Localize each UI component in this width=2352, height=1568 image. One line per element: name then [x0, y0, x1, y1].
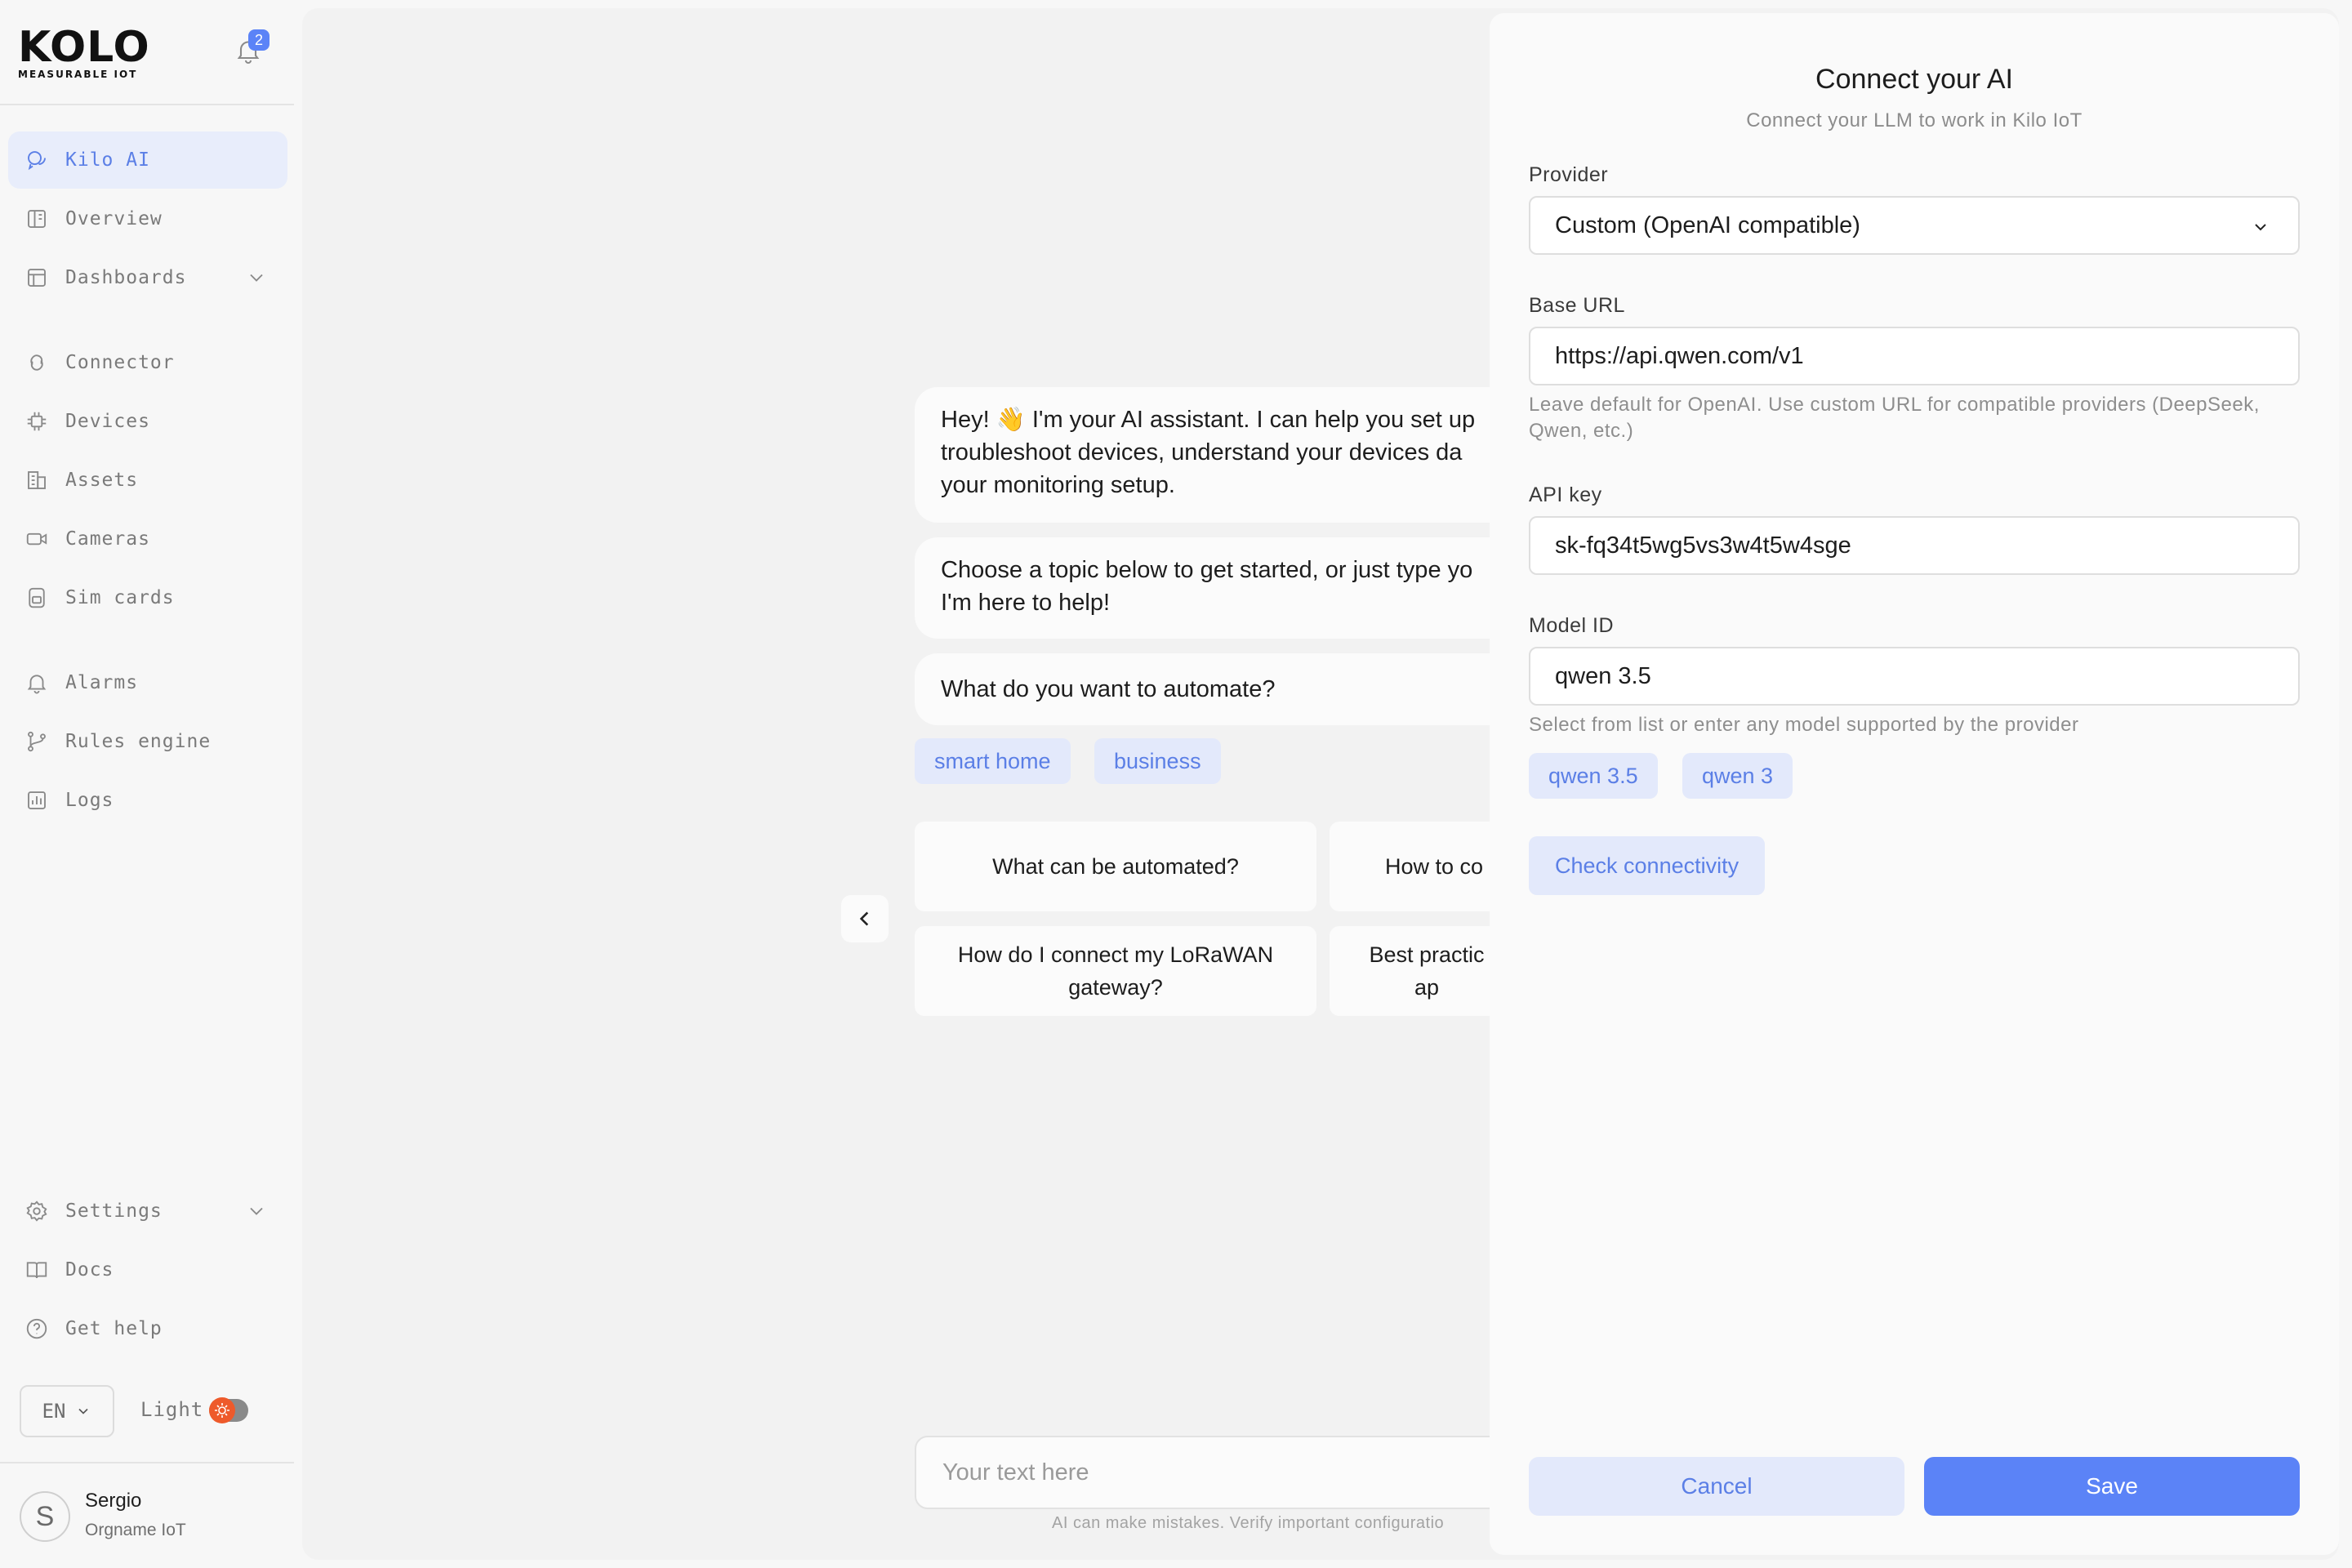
suggestion-card[interactable]: What can be automated? — [915, 822, 1316, 911]
sidebar-item-label: Docs — [65, 1259, 114, 1281]
assistant-greeting-message: Hey! 👋 I'm your AI assistant. I can help… — [915, 387, 1535, 523]
assistant-question-message: What do you want to automate? — [915, 653, 1535, 725]
model-chip-qwen-3[interactable]: qwen 3 — [1682, 753, 1793, 799]
sidebar-item-rules-engine[interactable]: Rules engine — [8, 713, 287, 770]
building-icon — [28, 471, 46, 489]
model-id-field[interactable]: qwen 3.5 — [1529, 647, 2300, 706]
ai-disclaimer: AI can make mistakes. Verify important c… — [1052, 1514, 1445, 1532]
sidebar-item-label: Assets — [65, 470, 139, 491]
sidebar-item-label: Logs — [65, 790, 114, 811]
logo-wordmark: KOLO — [18, 23, 150, 72]
help-icon — [26, 1318, 47, 1339]
sidebar-item-label: Cameras — [65, 528, 150, 550]
sidebar-item-sim-cards[interactable]: Sim cards — [8, 569, 287, 626]
sidebar-item-get-help[interactable]: Get help — [8, 1300, 287, 1357]
sidebar-item-dashboards[interactable]: Dashboards — [8, 249, 287, 306]
chevron-down-icon — [2255, 224, 2266, 231]
dashboard-icon — [28, 269, 46, 287]
sidebar-item-label: Alarms — [65, 672, 139, 693]
user-org: Orgname IoT — [85, 1521, 186, 1539]
sidebar-item-label: Devices — [65, 411, 150, 432]
chat-input[interactable]: Your text here — [915, 1436, 1568, 1509]
bell-icon — [27, 675, 47, 694]
message-line: I'm here to help! — [941, 590, 1111, 616]
assistant-topic-message: Choose a topic below to get started, or … — [915, 537, 1535, 639]
sidebar-item-kilo-ai[interactable]: Kilo AI — [8, 131, 287, 189]
sidebar-divider — [0, 1462, 294, 1463]
sidebar-item-logs[interactable]: Logs — [8, 772, 287, 829]
api-key-field[interactable]: sk-fq34t5wg5vs3w4t5w4sge — [1529, 516, 2300, 575]
suggestion-card[interactable]: How to co — [1330, 822, 1509, 911]
theme-label: Light — [140, 1398, 204, 1421]
sidebar-item-label: Settings — [65, 1200, 163, 1222]
branch-icon — [28, 731, 46, 752]
collapse-panel-button[interactable] — [841, 895, 889, 942]
cancel-button[interactable]: Cancel — [1529, 1457, 1904, 1516]
sidebar-item-label: Overview — [65, 208, 163, 229]
overview-icon — [28, 210, 46, 228]
base-url-label: Base URL — [1529, 294, 1625, 317]
sun-icon — [209, 1397, 235, 1423]
sidebar-item-label: Kilo AI — [65, 149, 150, 171]
connector-icon — [30, 354, 43, 371]
sidebar-item-alarms[interactable]: Alarms — [8, 654, 287, 711]
logo-subtitle: MEASURABLE IOT — [18, 69, 138, 80]
suggestion-card[interactable]: How do I connect my LoRaWAN gateway? — [915, 926, 1316, 1016]
gear-icon — [26, 1200, 47, 1222]
sidebar-item-label: Rules engine — [65, 731, 212, 752]
message-line: Choose a topic below to get started, or … — [941, 557, 1473, 583]
save-button[interactable]: Save — [1924, 1457, 2300, 1516]
sidebar-item-label: Dashboards — [65, 267, 187, 288]
kilo-logo[interactable]: KOLO MEASURABLE IOT — [18, 24, 150, 80]
sidebar: KOLO MEASURABLE IOT 2 Kilo AI Overview D… — [0, 0, 294, 1568]
message-line: troubleshoot devices, understand your de… — [941, 439, 1463, 466]
book-icon — [26, 1262, 47, 1279]
base-url-hint: Leave default for OpenAI. Use custom URL… — [1529, 394, 2260, 442]
avatar[interactable]: S — [20, 1491, 70, 1542]
model-chip-qwen-3-5[interactable]: qwen 3.5 — [1529, 753, 1658, 799]
model-id-hint: Select from list or enter any model supp… — [1529, 714, 2079, 736]
chip-business[interactable]: business — [1094, 738, 1221, 784]
sidebar-item-connector[interactable]: Connector — [8, 334, 287, 391]
sidebar-item-settings[interactable]: Settings — [8, 1183, 287, 1240]
user-name: Sergio — [85, 1490, 142, 1512]
chip-icon — [27, 412, 47, 431]
sidebar-item-docs[interactable]: Docs — [8, 1241, 287, 1298]
provider-select[interactable]: Custom (OpenAI compatible) — [1529, 196, 2300, 255]
sidebar-item-devices[interactable]: Devices — [8, 393, 287, 450]
chevron-down-icon — [78, 1408, 89, 1414]
message-line: Hey! 👋 I'm your AI assistant. I can help… — [941, 407, 1476, 433]
chevron-down-icon — [250, 274, 263, 282]
chart-icon — [28, 791, 46, 809]
sidebar-divider — [0, 104, 294, 105]
camera-icon — [26, 532, 47, 546]
provider-value: Custom (OpenAI compatible) — [1555, 212, 1860, 238]
modal-title: Connect your AI — [1815, 64, 2013, 95]
sim-card-icon — [29, 587, 45, 608]
chevron-down-icon — [250, 1207, 263, 1215]
sidebar-item-label: Connector — [65, 352, 175, 373]
sidebar-item-label: Get help — [65, 1318, 163, 1339]
language-select[interactable]: EN — [20, 1385, 114, 1437]
sidebar-item-overview[interactable]: Overview — [8, 190, 287, 247]
language-value: EN — [42, 1400, 66, 1423]
notification-count-badge: 2 — [248, 29, 270, 51]
model-id-label: Model ID — [1529, 614, 1615, 637]
sidebar-item-assets[interactable]: Assets — [8, 452, 287, 509]
theme-toggle[interactable] — [209, 1397, 248, 1423]
message-line: What do you want to automate? — [941, 676, 1276, 702]
check-connectivity-button[interactable]: Check connectivity — [1529, 836, 1766, 895]
chat-icon — [28, 151, 46, 171]
base-url-field[interactable]: https://api.qwen.com/v1 — [1529, 327, 2300, 385]
api-key-label: API key — [1529, 483, 1602, 506]
sidebar-item-cameras[interactable]: Cameras — [8, 510, 287, 568]
suggestion-card[interactable]: Best practic ap — [1330, 926, 1509, 1016]
chevron-left-icon — [859, 911, 869, 926]
connect-ai-modal: Connect your AI Connect your LLM to work… — [1490, 13, 2339, 1555]
modal-subtitle: Connect your LLM to work in Kilo IoT — [1746, 109, 2082, 131]
sidebar-item-label: Sim cards — [65, 587, 175, 608]
message-line: your monitoring setup. — [941, 472, 1175, 498]
provider-label: Provider — [1529, 163, 1609, 186]
chip-smart-home[interactable]: smart home — [915, 738, 1071, 784]
